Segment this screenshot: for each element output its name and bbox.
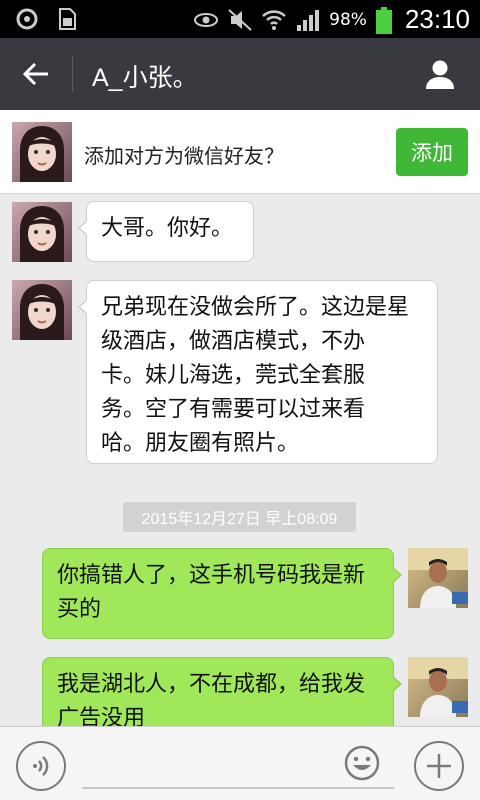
message-bubble-incoming[interactable]: 兄弟现在没做会所了。这边是星 级酒店，做酒店模式，不办 卡。妹儿海选，莞式全套服… [78, 280, 438, 464]
eye-icon [193, 7, 219, 33]
message-text: 大哥。你好。 [101, 216, 234, 241]
emoji-icon [344, 745, 380, 781]
add-friend-prompt: 添加对方为微信好友？ [84, 144, 284, 168]
status-bar: 98% 23:10 [0, 0, 480, 38]
contact-avatar[interactable] [12, 202, 72, 262]
message-line: 你搞错人了，这手机号码我是新 [57, 563, 366, 588]
add-friend-banner: 添加对方为微信好友？ 添加 [0, 110, 480, 194]
signal-icon [295, 7, 321, 33]
message-bubble-outgoing[interactable]: 你搞错人了，这手机号码我是新 买的 [42, 548, 402, 639]
timestamp-divider: 2015年12月27日 早上08:09 [123, 502, 356, 532]
message-line: 务。空了有需要可以过来看 [101, 397, 366, 422]
chat-title: A_小张。 [92, 64, 198, 92]
contact-avatar[interactable] [12, 122, 72, 182]
chat-info-button[interactable] [418, 52, 462, 96]
settings-gear-icon [14, 6, 40, 32]
message-line: 卡。妹儿海选，莞式全套服 [101, 363, 366, 388]
voice-icon [33, 756, 49, 776]
add-friend-button[interactable]: 添加 [396, 128, 468, 176]
input-bar [0, 726, 480, 800]
battery-icon [375, 6, 393, 34]
message-line: 兄弟现在没做会所了。这边是星 [101, 295, 410, 320]
arrow-left-icon [22, 62, 48, 86]
contact-avatar[interactable] [12, 280, 72, 340]
plus-icon [427, 754, 451, 778]
my-avatar[interactable] [408, 548, 468, 608]
my-avatar[interactable] [408, 657, 468, 717]
message-line: 我是湖北人，不在成都，给我发 [57, 672, 366, 697]
sim-card-icon [54, 6, 80, 32]
back-button[interactable] [14, 52, 58, 96]
status-time: 23:10 [404, 4, 470, 34]
more-button[interactable] [414, 741, 464, 791]
message-line: 哈。朋友圈有照片。 [101, 431, 300, 456]
voice-button[interactable] [16, 741, 66, 791]
chat-header: A_小张。 [0, 38, 480, 110]
header-divider [72, 56, 73, 92]
person-icon [426, 60, 454, 89]
message-line: 级酒店，做酒店模式，不办 [101, 329, 366, 354]
wifi-icon [261, 7, 287, 33]
message-line: 买的 [57, 597, 102, 622]
battery-percent: 98% [329, 9, 367, 30]
mute-icon [227, 7, 253, 33]
emoji-button[interactable] [342, 743, 382, 783]
message-bubble-incoming[interactable]: 大哥。你好。 [78, 201, 254, 262]
